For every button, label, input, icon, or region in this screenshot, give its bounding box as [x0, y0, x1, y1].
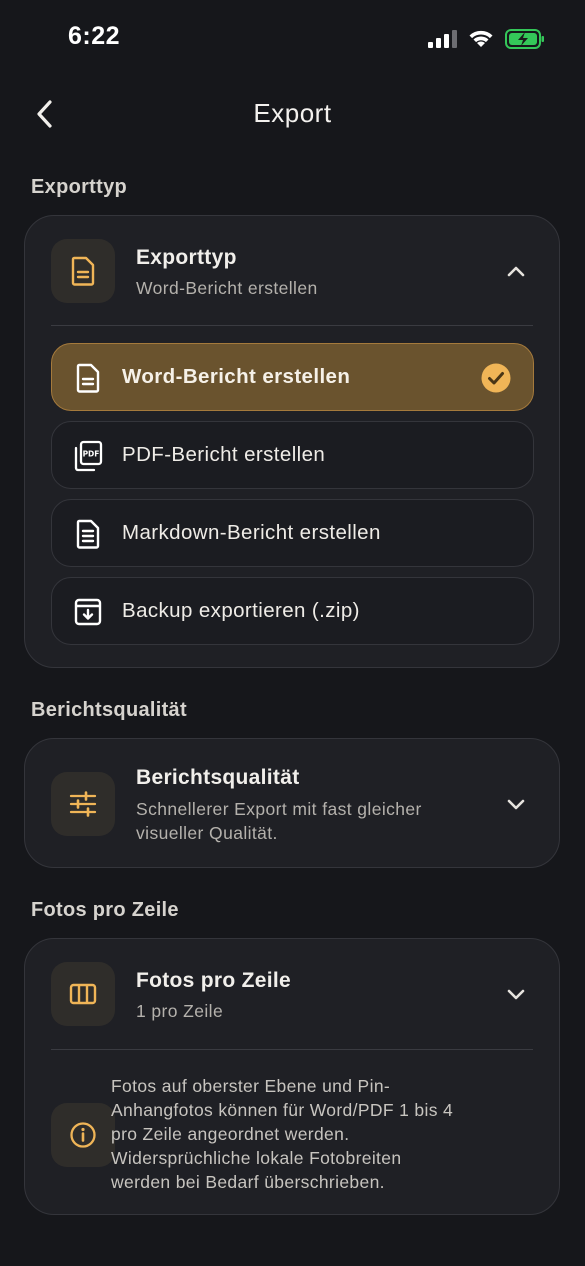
photos-per-row-subtitle: 1 pro Zeile — [136, 1001, 224, 1021]
section-label-export-type: Exporttyp — [31, 176, 128, 198]
wifi-icon — [469, 30, 493, 47]
option-label: PDF-Bericht erstellen — [122, 443, 326, 466]
option-label: Word-Bericht erstellen — [122, 365, 351, 388]
export-type-icon-tile — [51, 239, 115, 303]
page-title: Export — [253, 98, 332, 128]
battery-charging-icon — [505, 29, 544, 49]
option-markdown-report[interactable]: Markdown-Bericht erstellen — [51, 499, 534, 567]
divider — [51, 1049, 533, 1050]
columns-icon — [69, 983, 97, 1005]
info-line: Anhangfotos können für Word/PDF 1 bis 4 — [111, 1100, 454, 1120]
info-line: Fotos auf oberster Ebene und Pin- — [111, 1076, 391, 1096]
checkmark-circle-icon — [481, 363, 511, 393]
info-icon — [70, 1122, 96, 1148]
report-quality-subtitle-line2: visueller Qualität. — [136, 823, 278, 843]
section-label-photos-per-row: Fotos pro Zeile — [31, 899, 179, 921]
status-time: 6:22 — [68, 22, 121, 50]
status-bar: 6:22 — [0, 0, 585, 80]
photos-per-row-icon-tile — [51, 962, 115, 1026]
cellular-signal-icon — [428, 30, 457, 48]
chevron-up-icon — [507, 266, 525, 277]
report-quality-title: Berichtsqualität — [136, 766, 300, 789]
option-label: Markdown-Bericht erstellen — [122, 521, 381, 544]
navigation-bar: Export — [0, 84, 585, 144]
photos-per-row-info: Fotos auf oberster Ebene und Pin- Anhang… — [111, 1074, 511, 1194]
option-backup-zip[interactable]: Backup exportieren (.zip) — [51, 577, 534, 645]
text-document-icon — [72, 518, 104, 550]
export-type-header[interactable]: Exporttyp Word-Bericht erstellen — [25, 216, 559, 326]
report-quality-card[interactable]: Berichtsqualität Schnellerer Export mit … — [24, 738, 560, 868]
chevron-down-icon — [507, 799, 525, 810]
document-icon — [72, 362, 104, 394]
export-type-card: Exporttyp Word-Bericht erstellen Word-Be… — [24, 215, 560, 668]
document-icon — [71, 256, 95, 286]
status-icons — [427, 28, 545, 50]
option-label: Backup exportieren (.zip) — [122, 599, 360, 622]
option-pdf-report[interactable]: PDF PDF-Bericht erstellen — [51, 421, 534, 489]
info-line: pro Zeile angeordnet werden. — [111, 1124, 350, 1144]
divider — [51, 325, 533, 326]
export-type-title: Exporttyp — [136, 246, 237, 269]
photos-per-row-title: Fotos pro Zeile — [136, 969, 292, 992]
info-icon-tile — [51, 1103, 115, 1167]
report-quality-subtitle-line1: Schnellerer Export mit fast gleicher — [136, 799, 422, 819]
info-line: werden bei Bedarf überschrieben. — [111, 1172, 385, 1192]
export-type-subtitle: Word-Bericht erstellen — [136, 278, 318, 298]
photos-per-row-header[interactable]: Fotos pro Zeile 1 pro Zeile — [25, 939, 559, 1049]
report-quality-icon-tile — [51, 772, 115, 836]
option-word-report[interactable]: Word-Bericht erstellen — [51, 343, 534, 411]
archive-download-icon — [72, 596, 104, 628]
pdf-icon: PDF — [72, 440, 104, 472]
svg-text:PDF: PDF — [83, 450, 100, 459]
sliders-icon — [69, 791, 97, 817]
chevron-down-icon — [507, 989, 525, 1000]
section-label-report-quality: Berichtsqualität — [31, 699, 187, 721]
info-line: Widersprüchliche lokale Fotobreiten — [111, 1148, 402, 1168]
